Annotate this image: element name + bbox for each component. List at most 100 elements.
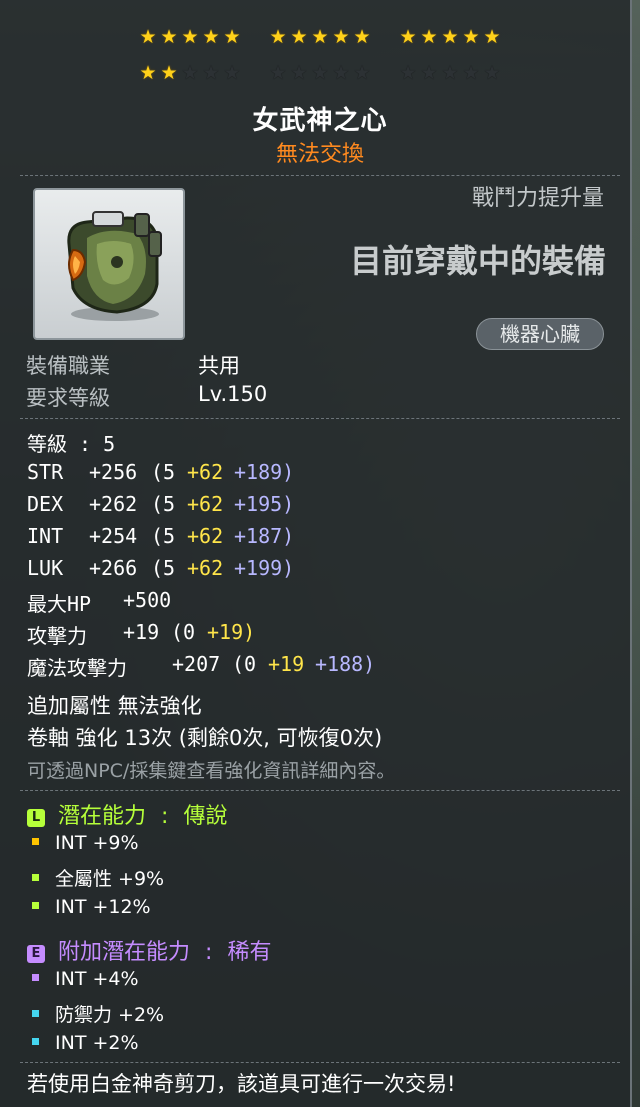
legendary-badge-icon: L xyxy=(27,809,45,827)
job-label: 裝備職業 xyxy=(26,354,110,378)
star-filled-icon: ★ xyxy=(483,26,501,48)
star-empty-icon: ★ xyxy=(269,62,287,84)
npc-note: 可透過NPC/採集鍵查看強化資訊詳細內容。 xyxy=(27,760,396,782)
stat-total: +262 xyxy=(89,492,138,516)
divider xyxy=(20,175,620,176)
level-requirement: 要求等級 Lv.150 xyxy=(26,382,267,412)
trade-hint: 若使用白金神奇剪刀，該道具可進行一次交易! xyxy=(27,1072,456,1096)
star-force-row-2: ★ ★ ★ ★ ★ ★ ★ ★ ★ ★ ★ ★ ★ ★ ★ xyxy=(0,62,640,88)
job-value: 共用 xyxy=(198,354,240,378)
star-filled-icon: ★ xyxy=(181,26,199,48)
star-filled-icon: ★ xyxy=(139,62,157,84)
star-filled-icon: ★ xyxy=(441,26,459,48)
bonus-potential-line-2: 防禦力 +2% xyxy=(32,1000,164,1027)
bonus-potential-title: 附加潛在能力 xyxy=(58,940,191,965)
stat-base: (0 xyxy=(232,652,257,676)
bullet-icon xyxy=(32,874,39,881)
item-icon-frame xyxy=(33,188,185,340)
stat-total: +256 xyxy=(89,460,138,484)
divider xyxy=(20,1062,620,1063)
stat-bonus: +62 xyxy=(187,556,224,580)
star-group: ★ ★ ★ ★ ★ xyxy=(268,26,372,48)
star-filled-icon: ★ xyxy=(420,26,438,48)
star-empty-icon: ★ xyxy=(332,62,350,84)
level-label: 要求等級 xyxy=(26,386,110,410)
bullet-icon xyxy=(32,974,39,981)
stat-str: STR +256 (5 +62 +189) xyxy=(27,460,294,484)
star-filled-icon: ★ xyxy=(353,26,371,48)
epic-badge-icon: E xyxy=(27,945,45,963)
stat-starforce: +187) xyxy=(234,524,295,548)
star-empty-icon: ★ xyxy=(181,62,199,84)
stat-total: +207 xyxy=(172,652,221,676)
star-empty-icon: ★ xyxy=(223,62,241,84)
star-group: ★ ★ ★ ★ ★ xyxy=(268,62,372,84)
job-requirement: 裝備職業 共用 xyxy=(26,350,240,380)
stat-bonus: +62 xyxy=(187,492,224,516)
potential-line-3: INT +12% xyxy=(32,896,151,918)
star-empty-icon: ★ xyxy=(311,62,329,84)
stat-name: 魔法攻擊力 xyxy=(27,656,127,680)
potential-separator: : xyxy=(161,804,169,829)
combat-power-label: 戰鬥力提升量 xyxy=(471,186,604,211)
item-tooltip: ★ ★ ★ ★ ★ ★ ★ ★ ★ ★ ★ ★ ★ ★ ★ ★ ★ ★ ★ ★ ★ ★ ★ ★ ★ ★ ★ ★ ★ ★ 女武神之… xyxy=(0,0,632,1107)
stat-total: +266 xyxy=(89,556,138,580)
stat-base: (5 xyxy=(151,492,176,516)
stat-base: (5 xyxy=(151,524,176,548)
star-empty-icon: ★ xyxy=(483,62,501,84)
stat-name: INT xyxy=(27,524,64,548)
star-filled-icon: ★ xyxy=(399,26,417,48)
stat-starforce: +195) xyxy=(234,492,295,516)
stat-base: (0 xyxy=(171,620,196,644)
star-filled-icon: ★ xyxy=(160,26,178,48)
star-filled-icon: ★ xyxy=(311,26,329,48)
bonus-potential-line-3: INT +2% xyxy=(32,1032,139,1054)
bonus-potential-grade: 稀有 xyxy=(227,940,272,965)
star-group: ★ ★ ★ ★ ★ xyxy=(138,62,242,84)
star-empty-icon: ★ xyxy=(202,62,220,84)
item-level: 等級 : 5 xyxy=(27,432,116,456)
potential-header: L 潛在能力 : 傳說 xyxy=(27,798,227,830)
stat-base: (5 xyxy=(151,556,176,580)
star-filled-icon: ★ xyxy=(139,26,157,48)
potential-text: 全屬性 +9% xyxy=(55,868,165,890)
stat-max-hp: 最大HP +500 xyxy=(27,588,171,617)
star-filled-icon: ★ xyxy=(160,62,178,84)
star-empty-icon: ★ xyxy=(441,62,459,84)
potential-grade: 傳說 xyxy=(183,804,228,829)
star-empty-icon: ★ xyxy=(290,62,308,84)
divider xyxy=(20,790,620,791)
equipped-label: 目前穿戴中的裝備 xyxy=(349,242,606,280)
star-empty-icon: ★ xyxy=(462,62,480,84)
potential-text: 防禦力 +2% xyxy=(55,1004,165,1026)
stat-starforce: +199) xyxy=(234,556,295,580)
potential-text: INT +12% xyxy=(55,896,151,918)
stat-bonus: +62 xyxy=(187,460,224,484)
potential-line-2: 全屬性 +9% xyxy=(32,864,164,891)
stat-attack: 攻擊力 +19 (0 +19) xyxy=(27,620,255,649)
stat-name: LUK xyxy=(27,556,64,580)
star-group: ★ ★ ★ ★ ★ xyxy=(398,62,502,84)
star-filled-icon: ★ xyxy=(462,26,480,48)
star-empty-icon: ★ xyxy=(353,62,371,84)
mechanical-heart-icon xyxy=(67,211,162,321)
potential-line-1: INT +9% xyxy=(32,832,139,854)
stat-magic-attack: 魔法攻擊力 +207 (0 +19 +188) xyxy=(27,652,375,681)
stat-starforce: +188) xyxy=(315,652,376,676)
potential-text: INT +4% xyxy=(55,968,139,990)
item-name: 女武神之心 xyxy=(252,106,388,136)
star-filled-icon: ★ xyxy=(269,26,287,48)
stat-starforce: +189) xyxy=(234,460,295,484)
item-type-tag: 機器心臟 xyxy=(476,318,604,350)
bonus-potential-header: E 附加潛在能力 : 稀有 xyxy=(27,934,271,966)
star-filled-icon: ★ xyxy=(223,26,241,48)
stat-total: +19 xyxy=(123,620,160,644)
star-empty-icon: ★ xyxy=(420,62,438,84)
potential-text: INT +9% xyxy=(55,832,139,854)
divider xyxy=(20,418,620,419)
stat-dex: DEX +262 (5 +62 +195) xyxy=(27,492,294,516)
trade-status: 無法交換 xyxy=(275,142,364,167)
potential-title: 潛在能力 xyxy=(58,804,147,829)
bonus-potential-line-1: INT +4% xyxy=(32,968,139,990)
star-group: ★ ★ ★ ★ ★ xyxy=(138,26,242,48)
